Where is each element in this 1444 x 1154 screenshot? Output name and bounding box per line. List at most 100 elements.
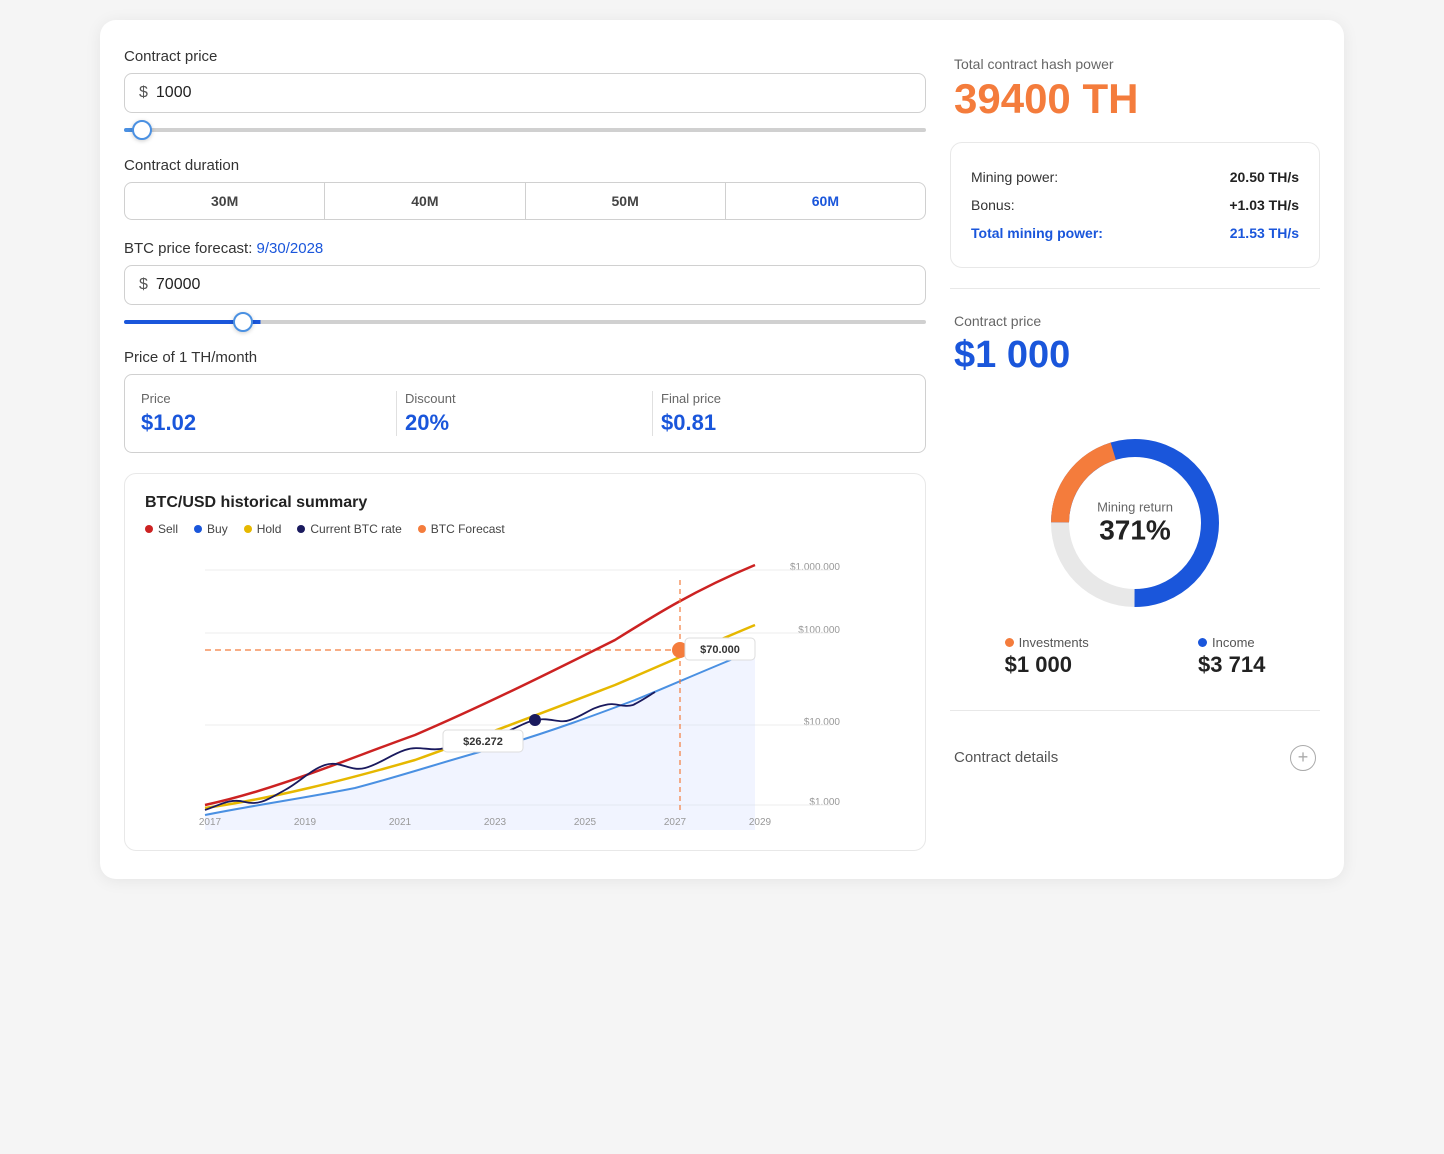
bonus-label-cell: Bonus: (971, 191, 1186, 219)
income-dot (1198, 638, 1207, 647)
price-col: Price $1.02 (141, 391, 397, 436)
chart-legend: Sell Buy Hold Current BTC rate BTC Forec… (145, 522, 905, 536)
legend-current-btc-label: Current BTC rate (310, 522, 401, 536)
contract-details-expand-button[interactable]: + (1290, 745, 1316, 771)
right-panel: Total contract hash power 39400 TH Minin… (950, 48, 1320, 851)
th-price-label: Price of 1 TH/month (124, 349, 926, 366)
duration-tab-30m[interactable]: 30M (125, 183, 325, 219)
svg-text:$100.000: $100.000 (798, 625, 840, 636)
donut-center-value: 371% (1097, 514, 1173, 546)
btc-forecast-dot (418, 525, 426, 533)
svg-text:2021: 2021 (389, 817, 412, 828)
investments-dot (1005, 638, 1014, 647)
mining-power-table: Mining power: 20.50 TH/s Bonus: +1.03 TH… (971, 163, 1299, 247)
contract-duration-label: Contract duration (124, 157, 926, 174)
btc-price-slider-container (124, 311, 926, 329)
hash-power-section: Total contract hash power 39400 TH (950, 48, 1320, 126)
final-price-col: Final price $0.81 (653, 391, 909, 436)
legend-btc-forecast: BTC Forecast (418, 522, 505, 536)
buy-dot (194, 525, 202, 533)
total-mining-value-cell: 21.53 TH/s (1186, 219, 1299, 247)
income-label-row: Income (1198, 635, 1255, 650)
bonus-row: Bonus: +1.03 TH/s (971, 191, 1299, 219)
svg-text:2025: 2025 (574, 817, 597, 828)
investments-label-row: Investments (1005, 635, 1089, 650)
discount-col-value: 20% (405, 410, 449, 436)
th-price-grid-container: Price $1.02 Discount 20% Final price $0.… (124, 374, 926, 453)
contract-price-right-label: Contract price (954, 313, 1316, 329)
chart-wrapper: $1.000.000 $100.000 $10.000 $1.000 (145, 550, 905, 830)
legend-hold: Hold (244, 522, 282, 536)
duration-tab-50m[interactable]: 50M (526, 183, 726, 219)
contract-price-section: Contract price $ 1000 (124, 48, 926, 137)
legend-sell-label: Sell (158, 522, 178, 536)
th-price-section: Price of 1 TH/month Price $1.02 Discount… (124, 349, 926, 453)
contract-price-right-section: Contract price $1 000 (950, 309, 1320, 399)
mining-power-row: Mining power: 20.50 TH/s (971, 163, 1299, 191)
final-price-col-label: Final price (661, 391, 721, 406)
btc-price-display: 70000 (156, 276, 201, 294)
divider-1 (950, 288, 1320, 289)
donut-center-label: Mining return (1097, 499, 1173, 514)
investments-col: Investments $1 000 (1005, 635, 1089, 678)
svg-text:2017: 2017 (199, 817, 222, 828)
btc-forecast-date-link[interactable]: 9/30/2028 (257, 240, 324, 257)
legend-buy-label: Buy (207, 522, 228, 536)
final-price-col-value: $0.81 (661, 410, 716, 436)
discount-col: Discount 20% (397, 391, 653, 436)
contract-details-text: Contract details (954, 749, 1058, 766)
income-label: Income (1212, 635, 1255, 650)
svg-text:2027: 2027 (664, 817, 687, 828)
donut-wrapper: Mining return 371% (1035, 423, 1235, 623)
svg-text:2019: 2019 (294, 817, 317, 828)
income-col: Income $3 714 (1198, 635, 1265, 678)
contract-price-slider-container (124, 119, 926, 137)
svg-text:2029: 2029 (749, 817, 772, 828)
contract-price-input-box[interactable]: $ 1000 (124, 73, 926, 113)
chart-title: BTC/USD historical summary (145, 494, 905, 512)
svg-text:$10.000: $10.000 (804, 717, 841, 728)
contract-duration-section: Contract duration 30M 40M 50M 60M (124, 157, 926, 220)
investment-income-row: Investments $1 000 Income $3 714 (950, 635, 1320, 678)
main-container: Contract price $ 1000 Contract duration … (100, 20, 1344, 879)
legend-buy: Buy (194, 522, 228, 536)
th-price-grid: Price $1.02 Discount 20% Final price $0.… (141, 391, 909, 436)
contract-dollar-sign: $ (139, 84, 148, 102)
legend-sell: Sell (145, 522, 178, 536)
chart-section: BTC/USD historical summary Sell Buy Hold… (124, 473, 926, 851)
svg-text:$1.000: $1.000 (809, 797, 840, 808)
donut-center-text: Mining return 371% (1097, 499, 1173, 546)
investments-value: $1 000 (1005, 652, 1072, 678)
divider-2 (950, 710, 1320, 711)
legend-current-btc: Current BTC rate (297, 522, 401, 536)
left-panel: Contract price $ 1000 Contract duration … (124, 48, 926, 851)
duration-tab-60m[interactable]: 60M (726, 183, 925, 219)
hash-power-value: 39400 TH (954, 76, 1316, 122)
mining-power-value-cell: 20.50 TH/s (1186, 163, 1299, 191)
btc-dollar-sign: $ (139, 276, 148, 294)
current-btc-dot (297, 525, 305, 533)
hold-dot (244, 525, 252, 533)
mining-power-label-cell: Mining power: (971, 163, 1186, 191)
contract-price-label: Contract price (124, 48, 926, 65)
legend-hold-label: Hold (257, 522, 282, 536)
total-mining-label-cell: Total mining power: (971, 219, 1186, 247)
contract-details-row: Contract details + (950, 731, 1320, 773)
svg-text:$70.000: $70.000 (700, 644, 740, 656)
income-value: $3 714 (1198, 652, 1265, 678)
chart-svg: $1.000.000 $100.000 $10.000 $1.000 (145, 550, 905, 830)
contract-price-slider[interactable] (124, 128, 926, 132)
svg-text:2023: 2023 (484, 817, 507, 828)
duration-tab-40m[interactable]: 40M (325, 183, 525, 219)
contract-price-right-value: $1 000 (954, 333, 1316, 379)
btc-price-slider[interactable] (124, 320, 926, 324)
donut-container: Mining return 371% Investments $1 000 In… (950, 423, 1320, 678)
bonus-value-cell: +1.03 TH/s (1186, 191, 1299, 219)
btc-price-input-box[interactable]: $ 70000 (124, 265, 926, 305)
sell-dot (145, 525, 153, 533)
price-col-label: Price (141, 391, 171, 406)
legend-btc-forecast-label: BTC Forecast (431, 522, 505, 536)
svg-text:$1.000.000: $1.000.000 (790, 562, 840, 573)
total-mining-row: Total mining power: 21.53 TH/s (971, 219, 1299, 247)
price-col-value: $1.02 (141, 410, 196, 436)
